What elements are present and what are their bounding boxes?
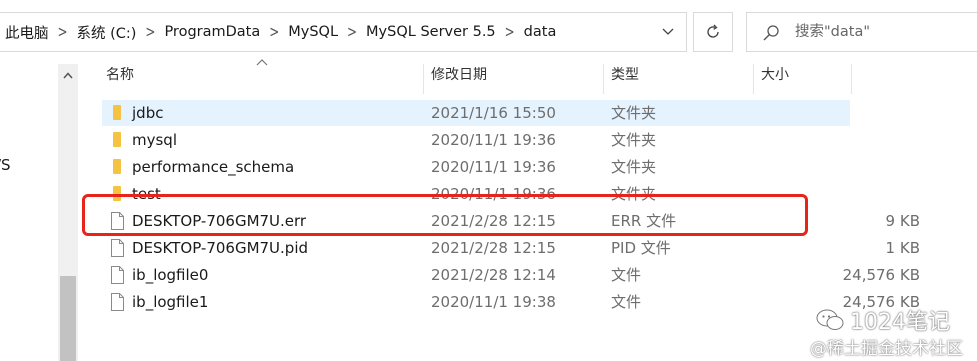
column-divider[interactable] (603, 64, 604, 94)
refresh-button[interactable] (693, 12, 733, 52)
file-date: 2021/2/28 12:14 (431, 266, 556, 284)
address-bar[interactable]: 此电脑 > 系统 (C:) > ProgramData > MySQL > My… (0, 12, 687, 52)
file-size: 9 KB (885, 212, 920, 230)
file-size: 24,576 KB (842, 266, 920, 284)
file-size (800, 100, 920, 126)
breadcrumb-this-pc[interactable]: 此电脑 (5, 22, 49, 43)
column-header-type[interactable]: 类型 (605, 64, 753, 94)
file-row[interactable]: ib_logfile1 2020/11/1 19:38 文件 24,576 KB (102, 289, 920, 315)
file-name: mysql (132, 131, 177, 149)
folder-icon (113, 105, 121, 120)
file-name: ib_logfile0 (132, 266, 209, 284)
file-icon (111, 239, 124, 257)
file-row[interactable]: mysql 2020/11/1 19:36 文件夹 (102, 127, 850, 153)
file-size (800, 181, 920, 207)
file-row[interactable]: jdbc 2021/1/16 15:50 文件夹 (102, 100, 850, 126)
chevron-right-icon[interactable]: > (496, 23, 524, 41)
highlight-box (82, 194, 808, 236)
search-input[interactable]: 搜索"data" (746, 12, 977, 52)
file-type: 文件夹 (611, 158, 657, 176)
scroll-up-button[interactable] (58, 64, 78, 86)
column-header-name[interactable]: 名称 (100, 64, 418, 94)
file-date: 2021/1/16 15:50 (431, 104, 556, 122)
breadcrumb: 此电脑 > 系统 (C:) > ProgramData > MySQL > My… (5, 13, 556, 51)
scroll-thumb[interactable] (60, 276, 76, 361)
file-size (800, 154, 920, 180)
breadcrumb-mysql-server[interactable]: MySQL Server 5.5 (366, 24, 496, 40)
column-divider[interactable] (753, 64, 754, 94)
breadcrumb-system-drive[interactable]: 系统 (C:) (77, 22, 137, 43)
file-icon (111, 266, 124, 284)
chevron-down-icon (662, 28, 674, 35)
chevron-right-icon[interactable]: > (136, 23, 164, 41)
breadcrumb-data[interactable]: data (524, 24, 557, 40)
column-header-size[interactable]: 大小 (755, 64, 851, 94)
chevron-right-icon[interactable]: > (49, 23, 77, 41)
address-toolbar: 此电脑 > 系统 (C:) > ProgramData > MySQL > My… (0, 0, 977, 64)
search-placeholder: 搜索"data" (795, 24, 870, 40)
watermark: 1024笔记 (816, 305, 950, 335)
watermark-title: 1024笔记 (850, 310, 950, 335)
file-row[interactable]: performance_schema 2020/11/1 19:36 文件夹 (102, 154, 850, 180)
file-row[interactable]: DESKTOP-706GM7U.pid 2021/2/28 12:15 PID 文件… (102, 235, 920, 261)
breadcrumb-programdata[interactable]: ProgramData (164, 24, 260, 40)
navigation-pane: /S (0, 64, 58, 361)
search-icon (763, 25, 779, 41)
file-type: PID 文件 (611, 239, 671, 257)
file-date: 2020/11/1 19:36 (431, 131, 556, 149)
file-name: ib_logfile1 (132, 293, 209, 311)
breadcrumb-mysql[interactable]: MySQL (288, 24, 338, 40)
column-header-date[interactable]: 修改日期 (425, 64, 603, 94)
column-divider[interactable] (851, 64, 852, 94)
chevron-up-icon (63, 71, 73, 78)
file-row[interactable]: ib_logfile0 2021/2/28 12:14 文件 24,576 KB (102, 262, 920, 288)
navigation-scrollbar[interactable] (58, 64, 78, 361)
folder-icon (113, 159, 121, 174)
wechat-icon (816, 309, 844, 330)
file-icon (111, 293, 124, 311)
file-size: 1 KB (885, 239, 920, 257)
nav-item-partial[interactable]: /S (0, 156, 11, 174)
refresh-icon (707, 24, 719, 38)
file-type: 文件 (611, 293, 642, 311)
folder-icon (113, 132, 121, 147)
file-name: DESKTOP-706GM7U.pid (132, 239, 309, 257)
file-date: 2020/11/1 19:36 (431, 158, 556, 176)
column-divider[interactable] (423, 64, 424, 94)
file-type: 文件夹 (611, 131, 657, 149)
file-name: performance_schema (132, 158, 295, 176)
file-size (800, 127, 920, 153)
file-date: 2020/11/1 19:38 (431, 293, 556, 311)
file-type: 文件 (611, 266, 642, 284)
file-date: 2021/2/28 12:15 (431, 239, 556, 257)
chevron-right-icon[interactable]: > (260, 23, 288, 41)
column-headers: 名称 修改日期 类型 大小 (78, 59, 977, 94)
file-type: 文件夹 (611, 104, 657, 122)
address-history-button[interactable] (649, 12, 687, 52)
file-name: jdbc (132, 104, 164, 122)
watermark-subtitle: @稀土掘金技术社区 (810, 339, 963, 359)
chevron-right-icon[interactable]: > (338, 23, 366, 41)
